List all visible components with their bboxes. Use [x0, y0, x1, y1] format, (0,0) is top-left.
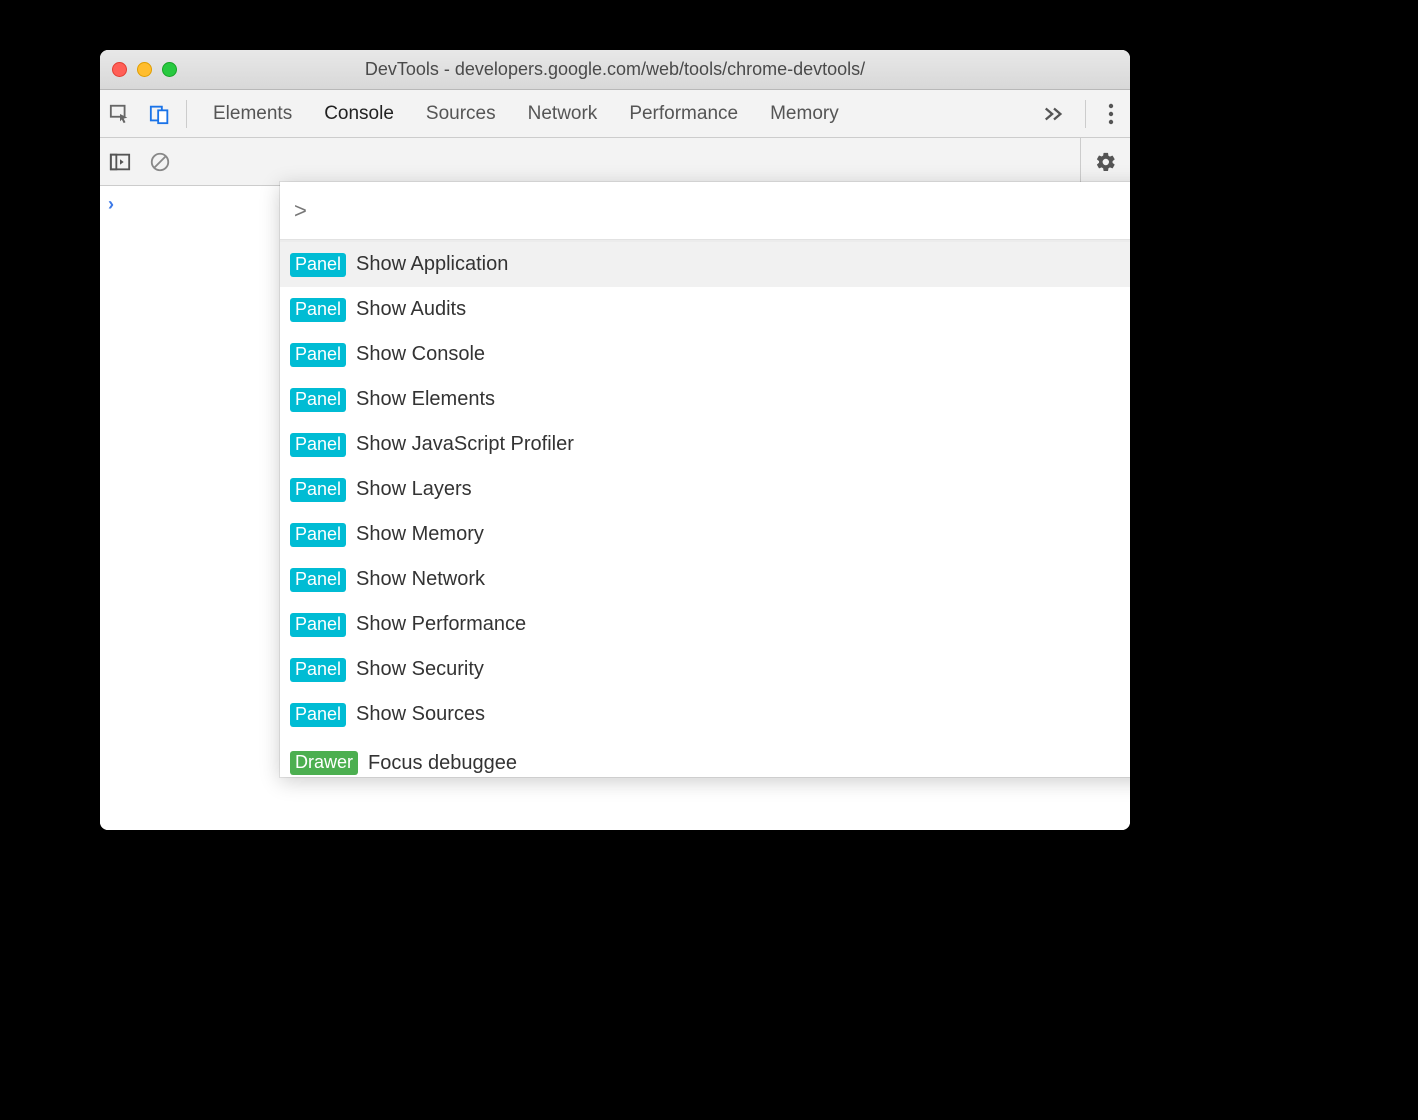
- command-item[interactable]: Panel Show Layers: [280, 467, 1130, 512]
- command-item[interactable]: Panel Show Sources: [280, 692, 1130, 737]
- command-item[interactable]: Panel Show Audits: [280, 287, 1130, 332]
- command-item-label: Show Application: [356, 253, 508, 276]
- command-item[interactable]: Drawer Focus debuggee: [280, 737, 1130, 777]
- tab-memory[interactable]: Memory: [770, 103, 839, 125]
- tabs-overflow-icon[interactable]: [1029, 105, 1079, 123]
- device-toolbar-icon[interactable]: [140, 90, 180, 138]
- panel-badge: Panel: [290, 613, 346, 637]
- close-window-button[interactable]: [112, 62, 127, 77]
- devtools-window: DevTools - developers.google.com/web/too…: [100, 50, 1130, 830]
- command-item-label: Show JavaScript Profiler: [356, 433, 574, 456]
- command-item-label: Show Sources: [356, 703, 485, 726]
- panel-badge: Panel: [290, 568, 346, 592]
- panel-badge: Panel: [290, 388, 346, 412]
- panel-badge: Panel: [290, 703, 346, 727]
- tab-elements[interactable]: Elements: [213, 103, 292, 125]
- command-item-label: Show Network: [356, 568, 485, 591]
- tab-performance[interactable]: Performance: [629, 103, 738, 125]
- tab-network[interactable]: Network: [528, 103, 598, 125]
- traffic-lights: [112, 62, 177, 77]
- command-prompt-symbol: >: [294, 198, 307, 224]
- window-title: DevTools - developers.google.com/web/too…: [100, 59, 1130, 80]
- command-item[interactable]: Panel Show Console: [280, 332, 1130, 377]
- command-menu-input-row: >: [280, 182, 1130, 240]
- panel-badge: Panel: [290, 343, 346, 367]
- command-item-label: Show Memory: [356, 523, 484, 546]
- main-toolbar: Elements Console Sources Network Performance…: [100, 90, 1130, 138]
- tab-sources[interactable]: Sources: [426, 103, 496, 125]
- tabs: Elements Console Sources Network Performance…: [193, 103, 1029, 125]
- toggle-sidebar-icon[interactable]: [100, 152, 140, 172]
- command-menu-list: PanelShow ApplicationPanelShow AuditsPan…: [280, 240, 1130, 777]
- panel-badge: Panel: [290, 433, 346, 457]
- console-prompt-icon: ›: [108, 194, 114, 215]
- panel-badge: Panel: [290, 298, 346, 322]
- panel-badge: Panel: [290, 478, 346, 502]
- drawer-badge: Drawer: [290, 751, 358, 775]
- clear-console-icon[interactable]: [140, 151, 180, 173]
- titlebar: DevTools - developers.google.com/web/too…: [100, 50, 1130, 90]
- command-item-label: Show Performance: [356, 613, 526, 636]
- command-item[interactable]: Panel Show Memory: [280, 512, 1130, 557]
- tab-console[interactable]: Console: [324, 103, 394, 125]
- panel-badge: Panel: [290, 523, 346, 547]
- command-item-label: Show Console: [356, 343, 485, 366]
- maximize-window-button[interactable]: [162, 62, 177, 77]
- panel-badge: Panel: [290, 658, 346, 682]
- command-item-label: Show Security: [356, 658, 484, 681]
- command-item-label: Show Audits: [356, 298, 466, 321]
- toolbar-separator: [186, 100, 187, 128]
- minimize-window-button[interactable]: [137, 62, 152, 77]
- command-item[interactable]: Panel Show Elements: [280, 377, 1130, 422]
- console-toolbar: [100, 138, 1130, 186]
- toolbar-separator: [1085, 100, 1086, 128]
- command-item[interactable]: Panel Show JavaScript Profiler: [280, 422, 1130, 467]
- settings-menu-icon[interactable]: [1092, 103, 1130, 125]
- command-item-label: Focus debuggee: [368, 752, 517, 775]
- inspect-element-icon[interactable]: [100, 90, 140, 138]
- command-item[interactable]: Panel Show Security: [280, 647, 1130, 692]
- command-menu: > PanelShow ApplicationPanelShow AuditsP…: [280, 182, 1130, 777]
- panel-badge: Panel: [290, 253, 346, 277]
- command-item[interactable]: Panel Show Network: [280, 557, 1130, 602]
- command-item-label: Show Layers: [356, 478, 472, 501]
- command-item[interactable]: Panel Show Application: [280, 242, 1130, 287]
- command-menu-input[interactable]: [313, 198, 1130, 224]
- command-item[interactable]: Panel Show Performance: [280, 602, 1130, 647]
- console-settings-icon[interactable]: [1080, 138, 1130, 186]
- command-item-label: Show Elements: [356, 388, 495, 411]
